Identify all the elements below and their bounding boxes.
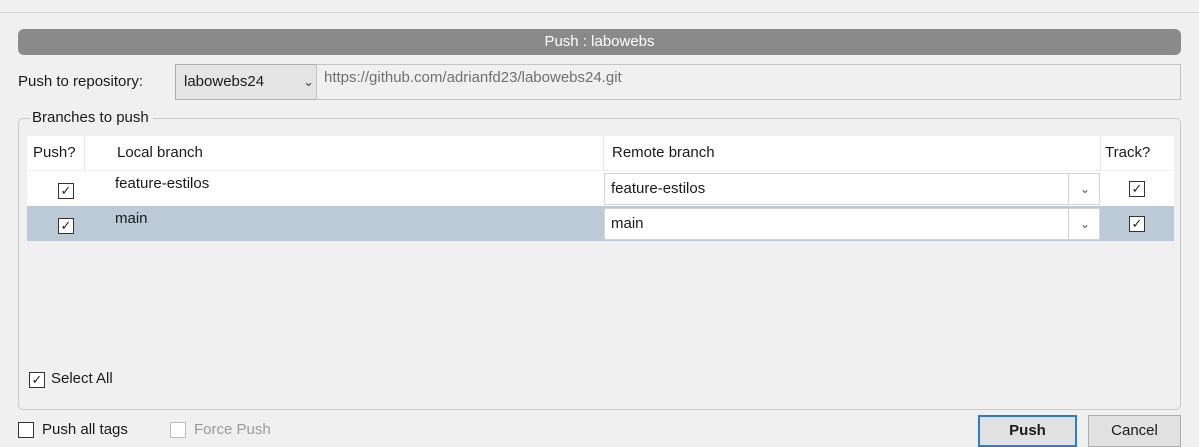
repository-url-field[interactable]: https://github.com/adrianfd23/labowebs24…	[316, 64, 1181, 100]
check-icon: ✓	[31, 372, 43, 387]
push-checkbox[interactable]: ✓	[58, 218, 74, 234]
push-all-tags-label: Push all tags	[42, 421, 128, 438]
chevron-down-icon: ⌄	[1079, 217, 1090, 231]
check-icon: ✓	[1131, 181, 1143, 196]
branches-group-label: Branches to push	[30, 109, 153, 126]
chevron-down-icon: ⌄	[303, 74, 314, 89]
force-push-box	[170, 422, 186, 438]
remote-branch-value: main	[611, 215, 644, 232]
column-divider	[603, 136, 604, 170]
select-all-box[interactable]: ✓	[29, 372, 45, 388]
top-divider	[0, 12, 1199, 13]
repository-dropdown-value: labowebs24	[184, 73, 265, 90]
repository-row: Push to repository: labowebs24 ⌄ https:/…	[18, 64, 1181, 102]
cancel-button[interactable]: Cancel	[1088, 415, 1181, 447]
remote-branch-dropdown[interactable]: feature-estilos ⌄	[604, 173, 1100, 205]
repository-dropdown[interactable]: labowebs24 ⌄	[175, 64, 325, 100]
dialog-title: Push : labowebs	[18, 29, 1181, 55]
column-header-remote-branch[interactable]: Remote branch	[612, 144, 715, 161]
local-branch-name: feature-estilos	[115, 175, 210, 192]
table-header: Push? Local branch Remote branch Track?	[27, 136, 1174, 170]
check-icon: ✓	[60, 183, 72, 198]
remote-branch-value: feature-estilos	[611, 180, 706, 197]
column-divider	[84, 136, 85, 170]
local-branch-name: main	[115, 210, 148, 227]
push-all-tags-box[interactable]	[18, 422, 34, 438]
check-icon: ✓	[60, 218, 72, 233]
track-checkbox[interactable]: ✓	[1129, 181, 1145, 197]
chevron-down-icon: ⌄	[1079, 182, 1090, 196]
table-row[interactable]: ✓ main main ⌄ ✓	[27, 206, 1174, 241]
table-row[interactable]: ✓ feature-estilos feature-estilos ⌄ ✓	[27, 171, 1174, 206]
column-header-local-branch[interactable]: Local branch	[117, 144, 203, 161]
push-checkbox[interactable]: ✓	[58, 183, 74, 199]
push-button[interactable]: Push	[978, 415, 1077, 447]
column-divider	[1100, 136, 1101, 170]
column-header-track[interactable]: Track?	[1105, 144, 1150, 161]
column-header-push[interactable]: Push?	[33, 144, 76, 161]
force-push-label: Force Push	[194, 421, 271, 438]
check-icon: ✓	[1131, 216, 1143, 231]
track-checkbox[interactable]: ✓	[1129, 216, 1145, 232]
remote-branch-dropdown[interactable]: main ⌄	[604, 208, 1100, 240]
dropdown-divider	[1068, 209, 1069, 239]
repository-label: Push to repository:	[18, 73, 144, 90]
select-all-label: Select All	[51, 370, 113, 387]
branches-table: Push? Local branch Remote branch Track? …	[27, 136, 1174, 364]
dropdown-divider	[1068, 174, 1069, 204]
